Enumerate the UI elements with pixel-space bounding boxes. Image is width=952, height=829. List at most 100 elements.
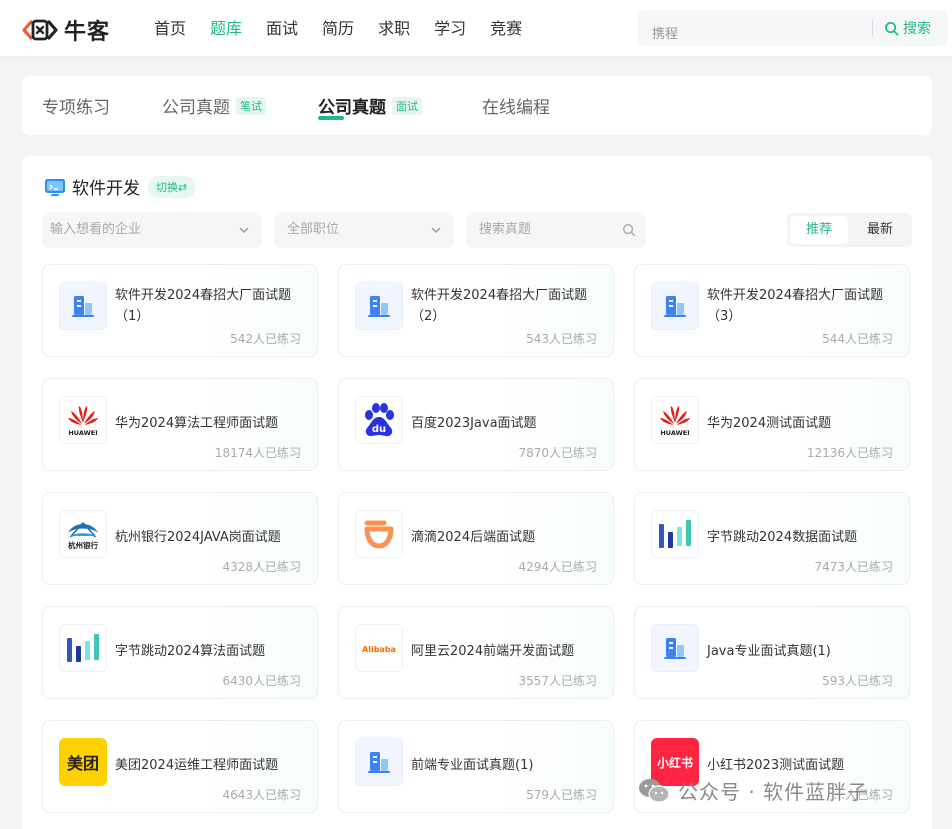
question-card[interactable]: 前端专业面试真题(1) 579人已练习 (338, 720, 614, 813)
brand-name: 牛客 (64, 20, 111, 45)
card-logo: du (355, 396, 403, 444)
building-icon (368, 296, 390, 317)
section-title: 软件开发 (72, 179, 140, 199)
card-logo: HUAWEI (59, 396, 107, 444)
tab-label: 在线编程 (482, 98, 550, 118)
question-card[interactable]: 字节跳动2024数据面试题 7473人已练习 (634, 492, 910, 585)
building-icon (664, 638, 686, 659)
card-title: 华为2024测试面试题 (707, 416, 832, 431)
switch-category-button[interactable]: 切换⇄ (148, 175, 196, 198)
card-title: 字节跳动2024算法面试题 (115, 644, 266, 659)
meituan-wordmark: 美团 (66, 754, 99, 773)
question-card[interactable]: 软件开发2024春招大厂面试题（1） 542人已练习 (42, 264, 318, 357)
xiaohongshu-wordmark: 小红书 (656, 755, 693, 770)
search-input[interactable] (638, 10, 870, 46)
hangzhou-bank-logo-icon: 杭州银行 (68, 521, 98, 550)
nav-interview[interactable]: 面试 (266, 0, 298, 57)
position-filter[interactable]: 全部职位 (274, 212, 454, 248)
alibaba-logo-icon: Alibaba (362, 645, 396, 654)
main-nav: 首页 题库 面试 简历 求职 学习 竞赛 (154, 0, 546, 57)
question-card[interactable]: HUAWEI 华为2024测试面试题 12136人已练习 (634, 378, 910, 471)
nav-contest[interactable]: 竞赛 (490, 0, 522, 57)
card-logo (651, 510, 699, 558)
practice-count: 12136人已练习 (806, 446, 893, 460)
search-button[interactable]: 搜索 (884, 10, 931, 46)
chevron-down-icon (239, 227, 249, 233)
card-logo (355, 738, 403, 786)
card-logo: 美团 (59, 738, 107, 786)
nav-resume[interactable]: 简历 (322, 0, 354, 57)
search-divider (872, 19, 873, 37)
card-title: 软件开发2024春招大厂面试题（3） (707, 288, 884, 324)
card-logo (59, 282, 107, 330)
card-logo (651, 624, 699, 672)
question-search[interactable]: 搜索真题 (466, 212, 646, 248)
practice-count: 7870人已练习 (518, 446, 597, 460)
sort-toggle: 推荐 最新 (787, 213, 912, 247)
question-card[interactable]: 软件开发2024春招大厂面试题（2） 543人已练习 (338, 264, 614, 357)
hangzhou-bank-wordmark: 杭州银行 (68, 540, 98, 550)
global-search: 搜索 (638, 10, 948, 46)
practice-count: 4643人已练习 (222, 788, 301, 802)
huawei-logo-icon: HUAWEI (660, 406, 690, 437)
card-title: Java专业面试真题(1) (707, 644, 831, 659)
tab-written-exam[interactable]: 公司真题 笔试 (162, 76, 266, 135)
search-button-label: 搜索 (903, 21, 931, 37)
building-icon (664, 296, 686, 317)
didi-logo-icon (364, 520, 394, 549)
card-title: 美团2024运维工程师面试题 (115, 758, 279, 773)
practice-count: 542人已练习 (230, 332, 301, 346)
practice-count: 18174人已练习 (214, 446, 301, 460)
card-title: 百度2023Java面试题 (411, 416, 537, 431)
card-title: 杭州银行2024JAVA岗面试题 (115, 530, 281, 545)
nav-jobs[interactable]: 求职 (378, 0, 410, 57)
card-title: 字节跳动2024数据面试题 (707, 530, 858, 545)
nav-home[interactable]: 首页 (154, 0, 186, 57)
question-card[interactable]: 滴滴2024后端面试题 4294人已练习 (338, 492, 614, 585)
card-logo (59, 624, 107, 672)
card-logo (355, 510, 403, 558)
watermark-text: 公众号 · 软件蓝胖子 (678, 780, 869, 804)
nav-learn[interactable]: 学习 (434, 0, 466, 57)
question-card[interactable]: 软件开发2024春招大厂面试题（3） 544人已练习 (634, 264, 910, 357)
huawei-logo-icon: HUAWEI (68, 406, 98, 437)
nav-question-bank[interactable]: 题库 (210, 0, 242, 57)
question-card[interactable]: 杭州银行 杭州银行2024JAVA岗面试题 4328人已练习 (42, 492, 318, 585)
practice-count: 7473人已练习 (814, 560, 893, 574)
tab-topic-practice[interactable]: 专项练习 (42, 76, 110, 135)
card-title: 滴滴2024后端面试题 (411, 530, 536, 545)
tab-badge: 面试 (392, 96, 422, 115)
sort-latest[interactable]: 最新 (851, 216, 909, 244)
huawei-wordmark: HUAWEI (660, 429, 689, 437)
question-panel: 软件开发 切换⇄ 输入想看的企业 全部职位 搜索真题 推荐 最新 软件开发202… (22, 156, 932, 829)
tab-online-coding[interactable]: 在线编程 (482, 76, 550, 135)
card-logo: 杭州银行 (59, 510, 107, 558)
question-card[interactable]: 美团 美团2024运维工程师面试题 4643人已练习 (42, 720, 318, 813)
brand-logo[interactable]: 牛客 (22, 14, 110, 46)
search-icon (623, 224, 636, 237)
nowcoder-logo-icon (22, 19, 58, 41)
wechat-watermark: 公众号 · 软件蓝胖子 (638, 776, 868, 805)
question-search-placeholder: 搜索真题 (479, 222, 532, 237)
tab-label: 公司真题 (162, 98, 230, 118)
tab-label: 公司真题 (318, 98, 386, 118)
question-card[interactable]: Java专业面试真题(1) 593人已练习 (634, 606, 910, 699)
question-card[interactable]: Alibaba 阿里云2024前端开发面试题 3557人已练习 (338, 606, 614, 699)
huawei-wordmark: HUAWEI (68, 429, 97, 437)
alibaba-wordmark: Alibaba (362, 645, 396, 654)
bytedance-logo-icon (67, 634, 99, 662)
practice-count: 4294人已练习 (518, 560, 597, 574)
category-tabs: 专项练习 公司真题 笔试 公司真题 面试 在线编程 (22, 76, 932, 135)
practice-count: 6430人已练习 (222, 674, 301, 688)
sort-recommended[interactable]: 推荐 (790, 216, 848, 244)
question-card[interactable]: du 百度2023Java面试题 7870人已练习 (338, 378, 614, 471)
company-filter[interactable]: 输入想看的企业 (42, 212, 262, 248)
tab-badge: 笔试 (236, 96, 266, 115)
chevron-down-icon (431, 227, 441, 233)
question-card[interactable]: 字节跳动2024算法面试题 6430人已练习 (42, 606, 318, 699)
practice-count: 593人已练习 (822, 674, 893, 688)
building-icon (368, 752, 390, 773)
question-card[interactable]: HUAWEI 华为2024算法工程师面试题 18174人已练习 (42, 378, 318, 471)
tab-label: 专项练习 (42, 98, 110, 118)
tab-interview-exam[interactable]: 公司真题 面试 (318, 76, 422, 135)
